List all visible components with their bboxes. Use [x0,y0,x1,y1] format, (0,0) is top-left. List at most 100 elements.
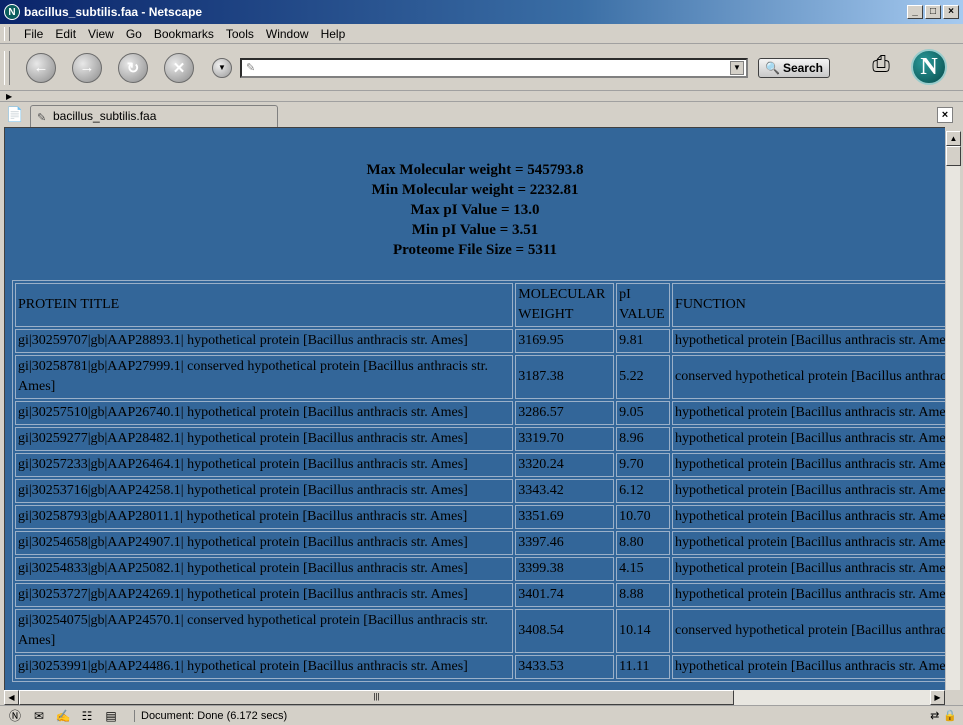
title-bar: N bacillus_subtilis.faa - Netscape _ □ × [0,0,963,24]
cell-protein-title: gi|30254833|gb|AAP25082.1| hypothetical … [15,557,514,581]
scroll-up-button[interactable]: ▲ [946,131,961,146]
document-icon: ✎ [37,112,47,124]
cell-pi-value: 4.15 [616,557,671,581]
cell-molecular-weight: 3319.70 [515,427,615,451]
url-dropdown-button[interactable]: ▼ [730,60,744,75]
cell-molecular-weight: 3187.38 [515,355,615,399]
cell-molecular-weight: 3399.38 [515,557,615,581]
table-row: gi|30254833|gb|AAP25082.1| hypothetical … [15,557,945,581]
scroll-right-button[interactable]: ▶ [930,690,945,705]
vertical-scrollbar[interactable]: ▲ [945,131,961,690]
cell-function: hypothetical protein [Bacillus anthracis… [672,329,945,353]
cell-protein-title: gi|30254075|gb|AAP24570.1| conserved hyp… [15,609,514,653]
address-book-icon[interactable]: ☷ [78,709,96,723]
reload-button[interactable]: ↻ [118,52,148,83]
menu-edit[interactable]: Edit [49,27,82,41]
cell-protein-title: gi|30259707|gb|AAP28893.1| hypothetical … [15,329,514,353]
cell-function: hypothetical protein [Bacillus anthracis… [672,505,945,529]
status-bar: Ⓝ ✉ ✍ ☷ ▤ Document: Done (6.172 secs) ⇄ … [0,705,963,725]
menu-file[interactable]: File [18,27,49,41]
stop-icon: ✕ [172,59,186,77]
forward-button[interactable]: → [72,52,102,83]
cell-molecular-weight: 3401.74 [515,583,615,607]
min-pi-value: Min pI Value = 3.51 [411,222,539,238]
horizontal-scrollbar[interactable]: ◀ ||| ▶ [4,690,945,705]
table-row: gi|30254075|gb|AAP24570.1| conserved hyp… [15,609,945,653]
cell-protein-title: gi|30258781|gb|AAP27999.1| conserved hyp… [15,355,514,399]
status-text: Document: Done (6.172 secs) [134,709,287,722]
window-title: bacillus_subtilis.faa - Netscape [24,5,203,19]
toolbar-grip[interactable] [4,27,10,41]
expand-toolbar-icon[interactable]: ▶ [6,92,12,101]
cell-protein-title: gi|30259277|gb|AAP28482.1| hypothetical … [15,427,514,451]
menu-help[interactable]: Help [315,27,352,41]
cell-molecular-weight: 3397.46 [515,531,615,555]
cell-protein-title: gi|30257510|gb|AAP26740.1| hypothetical … [15,401,514,425]
toolbar-grip[interactable] [4,51,10,85]
cell-pi-value: 9.05 [616,401,671,425]
url-input[interactable] [242,59,722,76]
menu-bookmarks[interactable]: Bookmarks [148,27,220,41]
table-row: gi|30253991|gb|AAP24486.1| hypothetical … [15,655,945,679]
tab-bacillus-subtilis[interactable]: ✎ bacillus_subtilis.faa [30,105,278,127]
min-molecular-weight: Min Molecular weight = 2232.81 [371,182,579,198]
page-content: Max Molecular weight = 545793.8 Min Mole… [4,127,945,690]
header-molecular-weight: MOLECULAR WEIGHT [515,283,615,327]
cell-function: hypothetical protein [Bacillus anthracis… [672,479,945,503]
cell-protein-title: gi|30257233|gb|AAP26464.1| hypothetical … [15,453,514,477]
mail-icon[interactable]: ✉ [30,709,48,723]
minimize-button[interactable]: _ [907,5,923,19]
stop-button[interactable]: ✕ [164,52,194,83]
close-tab-button[interactable]: × [937,107,953,123]
table-header-row: PROTEIN TITLE MOLECULAR WEIGHT pI VALUE … [15,283,945,327]
cell-pi-value: 9.81 [616,329,671,353]
cell-pi-value: 9.70 [616,453,671,477]
menu-go[interactable]: Go [120,27,148,41]
menu-bar: File Edit View Go Bookmarks Tools Window… [0,24,963,44]
cell-molecular-weight: 3286.57 [515,401,615,425]
table-row: gi|30257233|gb|AAP26464.1| hypothetical … [15,453,945,477]
cell-pi-value: 6.12 [616,479,671,503]
cell-function: hypothetical protein [Bacillus anthracis… [672,531,945,555]
table-row: gi|30254658|gb|AAP24907.1| hypothetical … [15,531,945,555]
navigator-icon[interactable]: Ⓝ [6,709,24,723]
menu-window[interactable]: Window [260,27,315,41]
url-history-dropdown[interactable]: ▼ [212,57,232,78]
cell-protein-title: gi|30253716|gb|AAP24258.1| hypothetical … [15,479,514,503]
menu-view[interactable]: View [82,27,120,41]
netscape-logo[interactable]: N [911,49,947,85]
search-icon: 🔍 [765,60,780,75]
cell-pi-value: 10.70 [616,505,671,529]
cell-protein-title: gi|30254658|gb|AAP24907.1| hypothetical … [15,531,514,555]
header-protein-title: PROTEIN TITLE [15,283,514,327]
cell-function: hypothetical protein [Bacillus anthracis… [672,401,945,425]
maximize-button[interactable]: □ [925,5,941,19]
cell-pi-value: 11.11 [616,655,671,679]
cell-molecular-weight: 3169.95 [515,329,615,353]
table-row: gi|30258793|gb|AAP28011.1| hypothetical … [15,505,945,529]
connection-icon: ⇄ [930,710,940,722]
table-row: gi|30258781|gb|AAP27999.1| conserved hyp… [15,355,945,399]
cell-pi-value: 8.96 [616,427,671,451]
horizontal-scroll-thumb[interactable]: ||| [19,690,734,705]
table-row: gi|30257510|gb|AAP26740.1| hypothetical … [15,401,945,425]
search-button-label: Search [782,60,823,75]
print-button[interactable]: ⎙ [863,51,899,83]
proteome-stats: Max Molecular weight = 545793.8 Min Mole… [5,128,945,260]
close-window-button[interactable]: × [943,5,959,19]
cell-function: hypothetical protein [Bacillus anthracis… [672,583,945,607]
search-button[interactable]: 🔍 Search [758,57,830,78]
url-bar[interactable]: ✎ ▼ [240,57,748,78]
new-tab-icon[interactable]: 📄 [6,106,23,123]
chat-icon[interactable]: ▤ [102,709,120,723]
cell-molecular-weight: 3351.69 [515,505,615,529]
protein-table: PROTEIN TITLE MOLECULAR WEIGHT pI VALUE … [12,280,945,682]
reload-icon: ↻ [126,59,140,77]
composer-icon[interactable]: ✍ [54,709,72,723]
vertical-scroll-thumb[interactable] [946,146,961,166]
scroll-left-button[interactable]: ◀ [4,690,19,705]
forward-arrow-icon: → [79,59,95,76]
back-button[interactable]: ← [26,52,56,83]
cell-protein-title: gi|30258793|gb|AAP28011.1| hypothetical … [15,505,514,529]
menu-tools[interactable]: Tools [220,27,260,41]
